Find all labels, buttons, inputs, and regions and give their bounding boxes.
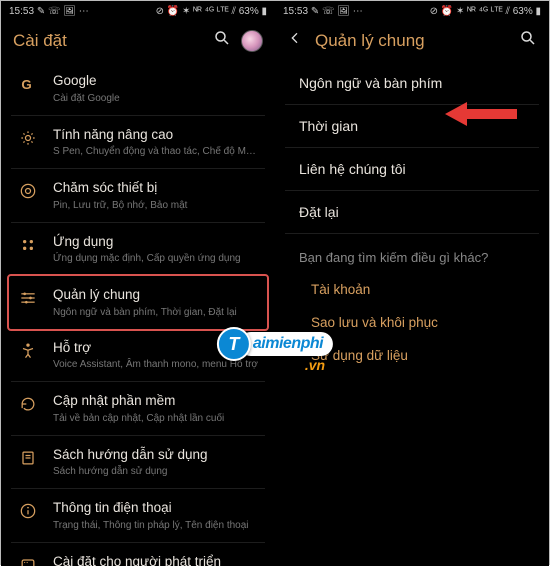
item-title: Cài đặt cho người phát triển bbox=[53, 553, 259, 566]
item-title: Ứng dụng bbox=[53, 233, 259, 251]
item-title: Cập nhật phần mềm bbox=[53, 392, 259, 410]
settings-item-update[interactable]: Cập nhật phần mềm Tải về bản cập nhật, Cậ… bbox=[11, 382, 265, 436]
status-time: 15:53 bbox=[9, 6, 34, 17]
item-subtitle: Ngôn ngữ và bàn phím, Thời gian, Đặt lại bbox=[53, 306, 259, 319]
gm-link[interactable]: Sao lưu và khôi phục bbox=[285, 306, 539, 339]
devicecare-icon bbox=[17, 180, 39, 202]
arrow-annotation bbox=[445, 99, 517, 134]
item-title: Google bbox=[53, 72, 259, 90]
search-icon[interactable] bbox=[519, 29, 537, 52]
status-left-icons: ✎ ☏ 🖼 ⋯ bbox=[37, 6, 89, 17]
item-subtitle: Tải về bản cập nhật, Cập nhật lần cuối bbox=[53, 412, 259, 425]
status-left-icons: ✎ ☏ 🖼 ⋯ bbox=[311, 6, 363, 17]
header: Cài đặt bbox=[1, 21, 275, 62]
header: Quản lý chung bbox=[275, 21, 549, 62]
settings-item-about[interactable]: Thông tin điện thoại Trạng thái, Thông ti… bbox=[11, 489, 265, 543]
status-bar: 15:53 ✎ ☏ 🖼 ⋯ ⊘ ⏰ ✶ ᴺᴿ ⁴ᴳ ᴸᵀᴱ ⫽ 63% ▮ bbox=[1, 1, 275, 21]
settings-item-developer[interactable]: Cài đặt cho người phát triểnCài đặt cho … bbox=[11, 543, 265, 566]
gm-item[interactable]: Liên hệ chúng tôi bbox=[285, 148, 539, 191]
right-screenshot: 15:53 ✎ ☏ 🖼 ⋯ ⊘ ⏰ ✶ ᴺᴿ ⁴ᴳ ᴸᵀᴱ ⫽ 63% ▮ Qu… bbox=[275, 1, 549, 566]
about-icon bbox=[17, 500, 39, 522]
item-title: Sách hướng dẫn sử dụng bbox=[53, 446, 259, 464]
item-title: Chăm sóc thiết bị bbox=[53, 179, 259, 197]
item-title: Thông tin điện thoại bbox=[53, 499, 259, 517]
item-subtitle: Pin, Lưu trữ, Bộ nhớ, Bảo mật bbox=[53, 199, 259, 212]
settings-item-accessibility[interactable]: Hỗ trợVoice Assistant, Âm thanh mono, me… bbox=[11, 329, 265, 383]
settings-item-advanced[interactable]: Tính năng nâng caoS Pen, Chuyển động và … bbox=[11, 116, 265, 170]
left-screenshot: 15:53 ✎ ☏ 🖼 ⋯ ⊘ ⏰ ✶ ᴺᴿ ⁴ᴳ ᴸᵀᴱ ⫽ 63% ▮ Cà… bbox=[1, 1, 275, 566]
settings-item-general[interactable]: Quản lý chung Ngôn ngữ và bàn phím, Thời … bbox=[7, 274, 269, 331]
gm-item[interactable]: Đặt lại bbox=[285, 191, 539, 234]
item-subtitle: Sách hướng dẫn sử dụng bbox=[53, 465, 259, 478]
item-title: Quản lý chung bbox=[53, 286, 259, 304]
status-bar: 15:53 ✎ ☏ 🖼 ⋯ ⊘ ⏰ ✶ ᴺᴿ ⁴ᴳ ᴸᵀᴱ ⫽ 63% ▮ bbox=[275, 1, 549, 21]
manual-icon bbox=[17, 447, 39, 469]
status-right-icons: ⊘ ⏰ ✶ ᴺᴿ ⁴ᴳ ᴸᵀᴱ ⫽ 63% ▮ bbox=[430, 6, 541, 17]
item-subtitle: Cài đặt Google bbox=[53, 92, 259, 105]
developer-icon bbox=[17, 554, 39, 566]
apps-icon bbox=[17, 234, 39, 256]
general-management-list: Ngôn ngữ và bàn phímThời gianLiên hệ chú… bbox=[275, 62, 549, 566]
svg-text:G: G bbox=[21, 77, 31, 92]
settings-item-apps[interactable]: Ứng dụngỨng dụng mặc định, Cấp quyền ứng… bbox=[11, 223, 265, 277]
general-icon bbox=[17, 287, 39, 309]
page-title: Cài đặt bbox=[13, 31, 67, 51]
status-time: 15:53 bbox=[283, 6, 308, 17]
item-title: Tính năng nâng cao bbox=[53, 126, 259, 144]
gm-prompt: Bạn đang tìm kiếm điều gì khác? bbox=[285, 234, 539, 273]
page-title: Quản lý chung bbox=[315, 31, 425, 51]
settings-item-manual[interactable]: Sách hướng dẫn sử dụngSách hướng dẫn sử … bbox=[11, 436, 265, 490]
item-subtitle: Ứng dụng mặc định, Cấp quyền ứng dụng bbox=[53, 252, 259, 265]
item-title: Hỗ trợ bbox=[53, 339, 259, 357]
item-subtitle: Trạng thái, Thông tin pháp lý, Tên điện … bbox=[53, 519, 259, 532]
advanced-icon bbox=[17, 127, 39, 149]
settings-item-devicecare[interactable]: Chăm sóc thiết bị Pin, Lưu trữ, Bộ nhớ, B… bbox=[11, 169, 265, 223]
settings-item-google[interactable]: G Google Cài đặt Google bbox=[11, 62, 265, 116]
gm-link[interactable]: Tài khoản bbox=[285, 273, 539, 306]
gm-link[interactable]: Sử dụng dữ liệu bbox=[285, 339, 539, 372]
status-right-icons: ⊘ ⏰ ✶ ᴺᴿ ⁴ᴳ ᴸᵀᴱ ⫽ 63% ▮ bbox=[156, 6, 267, 17]
search-icon[interactable] bbox=[213, 29, 231, 52]
settings-list: GGoogleCài đặt GoogleTính năng nâng caoS… bbox=[1, 62, 275, 566]
google-icon: G bbox=[17, 73, 39, 95]
item-subtitle: S Pen, Chuyển động và thao tác, Chế độ M… bbox=[53, 145, 259, 158]
back-icon[interactable] bbox=[287, 30, 303, 51]
item-subtitle: Voice Assistant, Âm thanh mono, menu Hỗ … bbox=[53, 358, 259, 371]
update-icon bbox=[17, 393, 39, 415]
avatar[interactable] bbox=[241, 30, 263, 52]
accessibility-icon bbox=[17, 340, 39, 362]
